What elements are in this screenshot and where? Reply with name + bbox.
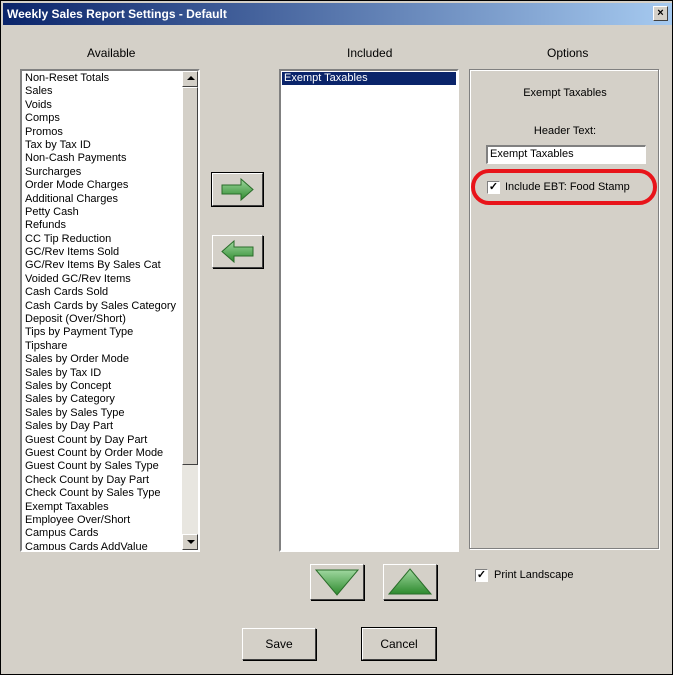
- title-bar: Weekly Sales Report Settings - Default ×: [3, 3, 672, 25]
- checkmark-icon: ✓: [476, 569, 487, 581]
- add-to-included-button[interactable]: [211, 172, 264, 207]
- available-list: Non-Reset Totals Sales Voids Comps Promos Tax…: [23, 72, 181, 550]
- chevron-down-icon: [187, 540, 195, 544]
- list-item[interactable]: CC Tip Reduction: [23, 233, 181, 246]
- move-up-button[interactable]: [383, 564, 437, 600]
- list-item[interactable]: Guest Count by Day Part: [23, 434, 181, 447]
- list-item[interactable]: Surcharges: [23, 166, 181, 179]
- arrow-up-icon: [387, 568, 433, 595]
- list-item[interactable]: Sales by Tax ID: [23, 367, 181, 380]
- close-icon: ×: [657, 7, 664, 19]
- list-item[interactable]: Tipshare: [23, 340, 181, 353]
- highlight-annotation: [471, 169, 657, 205]
- list-item[interactable]: Exempt Taxables: [23, 501, 181, 514]
- list-item[interactable]: Sales: [23, 85, 181, 98]
- list-item[interactable]: Guest Count by Sales Type: [23, 460, 181, 473]
- header-text-input[interactable]: Exempt Taxables: [486, 145, 646, 164]
- available-scrollbar[interactable]: [182, 71, 198, 550]
- list-item[interactable]: Deposit (Over/Short): [23, 313, 181, 326]
- list-item[interactable]: Non-Reset Totals: [23, 72, 181, 85]
- scroll-up-button[interactable]: [182, 71, 198, 87]
- included-list: Exempt Taxables: [282, 72, 456, 86]
- list-item[interactable]: Cash Cards by Sales Category: [23, 300, 181, 313]
- included-label: Included: [347, 46, 393, 60]
- scroll-down-button[interactable]: [182, 534, 198, 550]
- included-listbox[interactable]: Exempt Taxables: [279, 69, 459, 552]
- cancel-button[interactable]: Cancel: [361, 627, 437, 661]
- included-list-item[interactable]: Exempt Taxables: [282, 72, 456, 86]
- list-item[interactable]: Sales by Category: [23, 393, 181, 406]
- list-item[interactable]: Campus Cards: [23, 527, 181, 540]
- list-item[interactable]: Tax by Tax ID: [23, 139, 181, 152]
- list-item[interactable]: Sales by Order Mode: [23, 353, 181, 366]
- close-button[interactable]: ×: [653, 6, 668, 21]
- list-item[interactable]: Employee Over/Short: [23, 514, 181, 527]
- list-item[interactable]: Voids: [23, 99, 181, 112]
- selected-item-title: Exempt Taxables: [523, 87, 607, 99]
- list-item[interactable]: Guest Count by Order Mode: [23, 447, 181, 460]
- arrow-right-icon: [221, 177, 254, 202]
- list-item[interactable]: Sales by Sales Type: [23, 407, 181, 420]
- list-item[interactable]: GC/Rev Items Sold: [23, 246, 181, 259]
- window-title: Weekly Sales Report Settings - Default: [7, 7, 227, 21]
- cancel-button-label: Cancel: [380, 637, 418, 651]
- chevron-up-icon: [187, 76, 195, 80]
- settings-window: Weekly Sales Report Settings - Default ×…: [0, 0, 673, 675]
- list-item[interactable]: Check Count by Day Part: [23, 474, 181, 487]
- list-item[interactable]: Campus Cards AddValue: [23, 541, 181, 550]
- list-item[interactable]: Cash Cards Sold: [23, 286, 181, 299]
- list-item[interactable]: Promos: [23, 126, 181, 139]
- available-label: Available: [87, 46, 136, 60]
- move-down-button[interactable]: [310, 564, 364, 600]
- arrow-down-icon: [314, 569, 360, 596]
- list-item[interactable]: Petty Cash: [23, 206, 181, 219]
- list-item[interactable]: Tips by Payment Type: [23, 326, 181, 339]
- list-item[interactable]: Non-Cash Payments: [23, 152, 181, 165]
- options-label: Options: [547, 46, 589, 60]
- arrow-left-icon: [221, 239, 254, 264]
- list-item[interactable]: Refunds: [23, 219, 181, 232]
- header-text-label: Header Text:: [533, 125, 597, 137]
- print-landscape-checkbox[interactable]: ✓: [475, 569, 488, 582]
- list-item[interactable]: Order Mode Charges: [23, 179, 181, 192]
- options-panel: [469, 69, 659, 549]
- list-item[interactable]: Voided GC/Rev Items: [23, 273, 181, 286]
- remove-from-included-button[interactable]: [212, 235, 263, 268]
- list-item[interactable]: Comps: [23, 112, 181, 125]
- list-item[interactable]: Sales by Concept: [23, 380, 181, 393]
- list-item[interactable]: Additional Charges: [23, 193, 181, 206]
- list-item[interactable]: Sales by Day Part: [23, 420, 181, 433]
- print-landscape-label: Print Landscape: [494, 569, 574, 581]
- list-item[interactable]: GC/Rev Items By Sales Cat: [23, 259, 181, 272]
- available-listbox[interactable]: Non-Reset Totals Sales Voids Comps Promos Tax…: [20, 69, 200, 552]
- list-item[interactable]: Check Count by Sales Type: [23, 487, 181, 500]
- save-button[interactable]: Save: [242, 628, 316, 660]
- save-button-label: Save: [265, 637, 293, 651]
- scroll-thumb[interactable]: [182, 87, 198, 465]
